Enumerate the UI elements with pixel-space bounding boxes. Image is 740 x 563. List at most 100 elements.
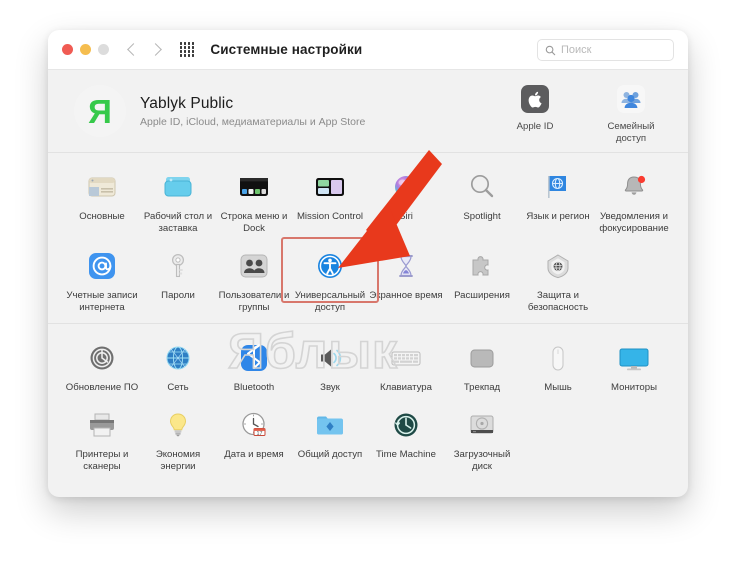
users-groups-icon (235, 247, 273, 285)
minimize-button[interactable] (80, 44, 91, 55)
pref-label: Расширения (454, 289, 510, 301)
account-text: Yablyk Public Apple ID, iCloud, медиамат… (140, 95, 365, 128)
pref-item-printers-scanners[interactable]: Принтеры и сканеры (64, 402, 140, 473)
screen-time-icon (387, 247, 425, 285)
pref-item-general[interactable]: Основные (64, 164, 140, 235)
keyboard-icon (387, 339, 425, 377)
account-subtitle: Apple ID, iCloud, медиаматериалы и App S… (140, 115, 366, 128)
pref-item-language-region[interactable]: Язык и регион (520, 164, 596, 235)
search-field[interactable]: Поиск (537, 39, 674, 61)
pref-label: Сеть (167, 381, 189, 393)
pref-label: Siri (399, 211, 413, 222)
pref-item-users-groups[interactable]: Пользователи и группы (216, 243, 292, 314)
software-update-icon (83, 339, 121, 377)
pref-label: Пользователи и группы (218, 289, 290, 313)
dock-menubar-icon (235, 168, 273, 206)
pref-item-mouse[interactable]: Мышь (520, 335, 596, 394)
pref-item-keyboard[interactable]: Клавиатура (368, 335, 444, 394)
pref-item-sharing[interactable]: Общий доступ (292, 402, 368, 473)
pref-item-accessibility[interactable]: Универсальный доступ (292, 243, 368, 314)
pref-apple-id[interactable]: Apple ID (500, 82, 570, 144)
pref-item-displays[interactable]: Мониторы (596, 335, 672, 394)
pref-label: Учетные записи интернета (66, 289, 138, 313)
pref-item-security-privacy[interactable]: Защита и безопасность (520, 243, 596, 314)
pref-label: Защита и безопасность (527, 289, 589, 313)
pref-item-sound[interactable]: Звук (292, 335, 368, 394)
passwords-icon (159, 247, 197, 285)
pref-label: Рабочий стол и заставка (143, 211, 213, 234)
pref-item-desktop-screensaver[interactable]: Рабочий стол и заставка (140, 164, 216, 235)
preferences-section-b: Обновление ПО Сеть Bluetooth Звук Клавиа… (48, 324, 688, 482)
pref-item-trackpad[interactable]: Трекпад (444, 335, 520, 394)
pref-label: Обновление ПО (65, 381, 139, 393)
pref-label: Экранное время (369, 289, 443, 301)
pref-label: Mission Control (296, 211, 364, 222)
screenshot-root: { "window": { "title": "Системные настро… (0, 0, 740, 563)
pref-label: Apple ID (516, 121, 554, 132)
window-titlebar: Системные настройки Поиск (48, 30, 688, 70)
mouse-icon (539, 339, 577, 377)
pref-item-energy-saver[interactable]: Экономия энергии (140, 402, 216, 473)
window-controls (62, 44, 109, 55)
close-button[interactable] (62, 44, 73, 55)
pref-label: Звук (320, 381, 340, 393)
notifications-focus-icon (615, 168, 653, 206)
pref-label: Трекпад (463, 381, 501, 393)
maximize-button[interactable] (98, 44, 109, 55)
pref-item-notifications-focus[interactable]: Уведомления и фокусирование (596, 164, 672, 235)
trackpad-icon (463, 339, 501, 377)
desktop-screensaver-icon (159, 168, 197, 206)
extensions-icon (463, 247, 501, 285)
pref-label: Bluetooth (233, 381, 275, 393)
pref-family-sharing[interactable]: Семейный доступ (596, 82, 666, 144)
time-machine-icon (387, 406, 425, 444)
navigation-arrows (127, 43, 162, 56)
window-title: Системные настройки (210, 42, 363, 57)
network-icon (159, 339, 197, 377)
avatar: Я (74, 85, 126, 137)
pref-item-siri[interactable]: Siri (368, 164, 444, 235)
pref-label: Загрузочный диск (453, 448, 511, 472)
language-region-icon (539, 168, 577, 206)
pref-item-date-time[interactable]: 17 Дата и время (216, 402, 292, 473)
pref-label: Уведомления и фокусирование (599, 211, 669, 234)
pref-label: Дата и время (224, 448, 284, 460)
pref-item-dock-menubar[interactable]: Строка меню и Dock (216, 164, 292, 235)
pref-label: Семейный доступ (607, 121, 655, 144)
spotlight-icon (463, 168, 501, 206)
pref-item-startup-disk[interactable]: Загрузочный диск (444, 402, 520, 473)
account-tiles: Apple ID Семейный доступ (500, 82, 666, 144)
pref-label: Клавиатура (380, 381, 432, 393)
pref-item-spotlight[interactable]: Spotlight (444, 164, 520, 235)
mission-control-icon (311, 168, 349, 206)
accessibility-icon (311, 247, 349, 285)
displays-icon (615, 339, 653, 377)
pref-item-software-update[interactable]: Обновление ПО (64, 335, 140, 394)
pref-label: Экономия энергии (155, 448, 201, 472)
pref-item-passwords[interactable]: Пароли (140, 243, 216, 314)
pref-label: Язык и регион (526, 211, 590, 222)
pref-label: Мониторы (611, 381, 657, 393)
printers-scanners-icon (83, 406, 121, 444)
pref-item-extensions[interactable]: Расширения (444, 243, 520, 314)
sharing-icon (311, 406, 349, 444)
back-arrow-icon[interactable] (127, 43, 140, 56)
pref-item-network[interactable]: Сеть (140, 335, 216, 394)
security-privacy-icon (539, 247, 577, 285)
pref-label: Spotlight (463, 211, 501, 222)
forward-arrow-icon[interactable] (149, 43, 162, 56)
pref-item-time-machine[interactable]: Time Machine (368, 402, 444, 473)
show-all-grid-icon[interactable] (180, 42, 195, 57)
pref-item-mission-control[interactable]: Mission Control (292, 164, 368, 235)
pref-item-bluetooth[interactable]: Bluetooth (216, 335, 292, 394)
system-preferences-window: Системные настройки Поиск Я Yablyk Publi… (48, 30, 688, 497)
pref-label: Общий доступ (297, 448, 363, 460)
pref-label: Time Machine (376, 448, 436, 460)
date-time-icon: 17 (235, 406, 273, 444)
pref-label: Мышь (544, 381, 572, 393)
bluetooth-icon (235, 339, 273, 377)
pref-item-screen-time[interactable]: Экранное время (368, 243, 444, 314)
apple-id-account-row[interactable]: Я Yablyk Public Apple ID, iCloud, медиам… (48, 70, 688, 152)
apple-id-icon (518, 82, 552, 116)
pref-item-internet-accounts[interactable]: Учетные записи интернета (64, 243, 140, 314)
